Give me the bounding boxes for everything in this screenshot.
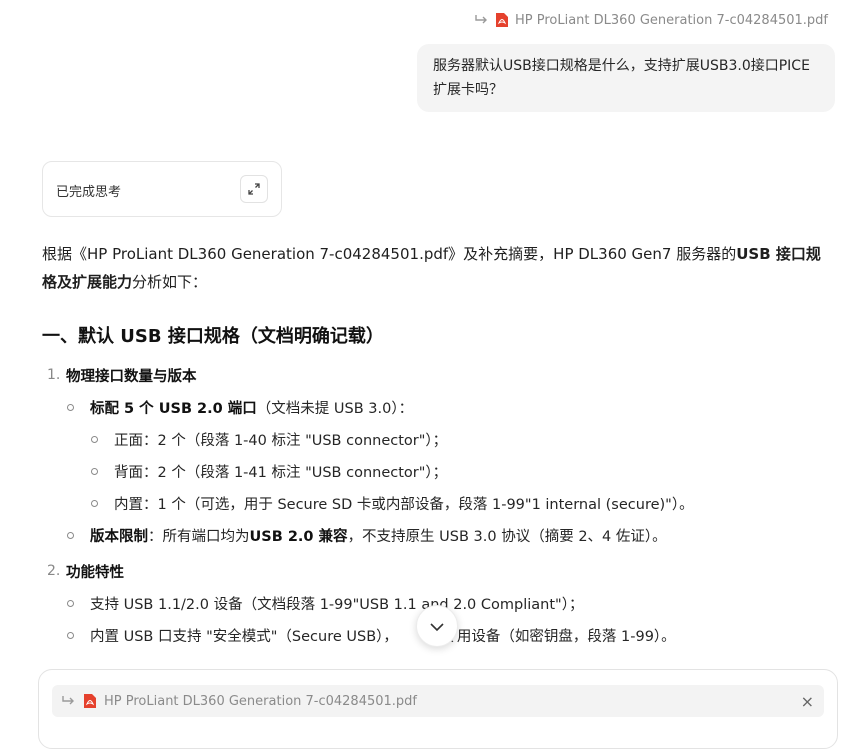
bullet-icon: [67, 632, 74, 639]
quoted-file-reference[interactable]: HP ProLiant DL360 Generation 7-c04284501…: [475, 10, 828, 30]
list-item-title: 物理接口数量与版本: [66, 369, 197, 385]
message-composer[interactable]: HP ProLiant DL360 Generation 7-c04284501…: [38, 669, 838, 749]
expand-icon: [248, 180, 260, 199]
list-item: 支持 USB 1.1/2.0 设备（文档段落 1-99"USB 1.1 and …: [90, 597, 584, 613]
list-item: 背面：2 个（段落 1-41 标注 "USB connector"）；: [114, 465, 448, 481]
pdf-icon: [495, 13, 508, 27]
quoted-file-name: HP ProLiant DL360 Generation 7-c04284501…: [514, 12, 828, 28]
bullet-icon: [67, 404, 74, 411]
user-message-bubble: 服务器默认USB接口规格是什么，支持扩展USB3.0接口PICE扩展卡吗？: [417, 44, 835, 112]
bullet-icon: [91, 468, 98, 475]
list-item: 版本限制：所有端口均为USB 2.0 兼容，不支持原生 USB 3.0 协议（摘…: [90, 529, 667, 545]
assistant-answer: 根据《HP ProLiant DL360 Generation 7-c04284…: [42, 240, 834, 645]
thinking-status-card[interactable]: 已完成思考: [42, 161, 282, 217]
list-item: 正面：2 个（段落 1-40 标注 "USB connector"）；: [114, 433, 448, 449]
thinking-label: 已完成思考: [56, 185, 122, 200]
bullet-icon: [67, 600, 74, 607]
attachment-chip[interactable]: HP ProLiant DL360 Generation 7-c04284501…: [52, 685, 824, 717]
reply-arrow-icon: [62, 695, 76, 707]
pdf-icon: [84, 694, 96, 708]
expand-thinking-button[interactable]: [240, 175, 268, 203]
section-heading: 一、默认 USB 接口规格（文档明确记载）: [42, 326, 384, 347]
close-icon[interactable]: ×: [801, 692, 814, 711]
bullet-icon: [91, 436, 98, 443]
user-message-text: 服务器默认USB接口规格是什么，支持扩展USB3.0接口PICE扩展卡吗？: [433, 58, 810, 98]
attachment-name: HP ProLiant DL360 Generation 7-c04284501…: [104, 693, 418, 709]
list-number: 2.: [47, 563, 61, 579]
list-item: 内置：1 个（可选，用于 Secure SD 卡或内部设备，段落 1-99"1 …: [114, 497, 694, 513]
intro-text-1: 根据《HP ProLiant DL360 Generation 7-c04284…: [42, 245, 737, 263]
bullet-icon: [67, 532, 74, 539]
scroll-to-bottom-button[interactable]: [416, 605, 458, 647]
answer-intro: 根据《HP ProLiant DL360 Generation 7-c04284…: [42, 240, 834, 296]
intro-text-2: 分析如下：: [132, 273, 208, 291]
list-item-title: 功能特性: [66, 565, 124, 581]
list-item: 标配 5 个 USB 2.0 端口（文档未提 USB 3.0）：: [90, 401, 414, 417]
bullet-icon: [91, 500, 98, 507]
list-item: 内置 USB 口支持 "安全模式"（Secure USB）， 定专用设备（如密钥盘…: [90, 629, 676, 645]
list-number: 1.: [47, 367, 61, 383]
reply-arrow-icon: [475, 14, 489, 26]
chevron-down-icon: [429, 617, 445, 636]
